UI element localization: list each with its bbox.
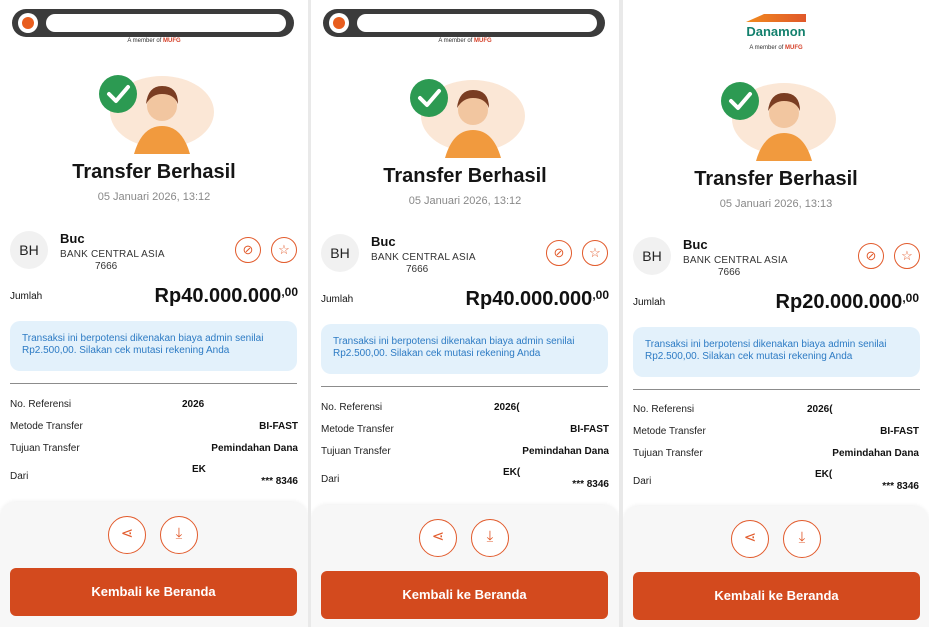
transaction-date: 05 Januari 2026, 13:12 — [97, 191, 211, 203]
amount-label: Jumlah — [10, 291, 43, 302]
share-icon[interactable]: ⋖ — [108, 516, 146, 554]
from-account-number: *** 8346 — [572, 479, 609, 490]
admin-fee-notice: Transaksi ini berpotensi dikenakan biaya… — [10, 321, 297, 371]
detail-value-purpose: Pemindahan Dana — [832, 448, 919, 459]
amount-value: Rp20.000.000,00 — [775, 291, 919, 313]
amount-value: Rp40.000.000,00 — [465, 288, 609, 310]
detail-value-from: EK — [192, 464, 206, 475]
transaction-date: 05 Januari 2026, 13:12 — [408, 195, 522, 207]
amount-label: Jumlah — [321, 294, 354, 305]
recipient-name: Buc — [683, 237, 708, 252]
bottom-action-sheet: ⋖ ⤓ Kembali ke Beranda — [623, 506, 929, 627]
detail-value-from: EK( — [815, 469, 833, 480]
detail-value-method: BI-FAST — [259, 421, 298, 432]
divider — [633, 389, 920, 390]
recipient-account: 7666 — [718, 267, 741, 278]
detail-label-method: Metode Transfer — [10, 421, 83, 432]
avatar: BH — [10, 231, 48, 269]
download-icon[interactable]: ⤓ — [783, 520, 821, 558]
screenshot-collage: A member of MUFG Transfer Berhasil 05 Ja… — [0, 0, 929, 627]
detail-label-from: Dari — [633, 476, 652, 487]
success-illustration — [405, 74, 525, 158]
detail-label-reference: No. Referensi — [633, 404, 695, 415]
member-of-mufg: A member of MUFG — [438, 38, 492, 44]
download-icon[interactable]: ⤓ — [160, 516, 198, 554]
detail-label-purpose: Tujuan Transfer — [633, 448, 703, 459]
detail-label-purpose: Tujuan Transfer — [321, 446, 391, 457]
danamon-logo: Danamon — [623, 14, 929, 39]
detail-value-reference: 2026( — [807, 404, 833, 415]
page-title: Transfer Berhasil — [694, 168, 858, 190]
app-logo-icon — [18, 13, 38, 33]
avatar: BH — [633, 237, 671, 275]
back-to-home-button[interactable]: Kembali ke Beranda — [10, 568, 297, 616]
page-title: Transfer Berhasil — [383, 165, 547, 187]
download-icon[interactable]: ⤓ — [471, 519, 509, 557]
detail-value-reference: 2026( — [494, 402, 520, 413]
member-of-mufg: A member of MUFG — [749, 45, 803, 51]
member-of-mufg: A member of MUFG — [127, 38, 181, 44]
star-icon[interactable]: ☆ — [271, 237, 297, 263]
share-icon[interactable]: ⋖ — [731, 520, 769, 558]
receipt-panel-3: Danamon A member of MUFG Transfer Berhas… — [623, 0, 929, 627]
detail-label-method: Metode Transfer — [633, 426, 706, 437]
detail-label-method: Metode Transfer — [321, 424, 394, 435]
detail-value-method: BI-FAST — [880, 426, 919, 437]
recipient-name: Buc — [60, 231, 85, 246]
recipient-name: Buc — [371, 234, 396, 249]
star-icon[interactable]: ☆ — [894, 243, 920, 269]
url-field[interactable] — [46, 14, 286, 32]
divider — [321, 386, 608, 387]
divider — [10, 383, 297, 384]
bottom-action-sheet: ⋖ ⤓ Kembali ke Beranda — [311, 505, 619, 627]
page-title: Transfer Berhasil — [72, 161, 236, 183]
detail-value-purpose: Pemindahan Dana — [211, 443, 298, 454]
detail-label-from: Dari — [10, 471, 29, 482]
recipient-bank: BANK CENTRAL ASIA — [60, 249, 165, 260]
browser-address-bar[interactable] — [12, 9, 294, 37]
transaction-date: 05 Januari 2026, 13:13 — [719, 198, 833, 210]
share-off-icon[interactable]: ⊘ — [235, 237, 261, 263]
admin-fee-notice: Transaksi ini berpotensi dikenakan biaya… — [321, 324, 608, 374]
receipt-panel-1: A member of MUFG Transfer Berhasil 05 Ja… — [0, 0, 308, 627]
from-account-number: *** 8346 — [882, 481, 919, 492]
detail-value-method: BI-FAST — [570, 424, 609, 435]
detail-value-reference: 2026 — [182, 399, 205, 410]
detail-label-reference: No. Referensi — [10, 399, 72, 410]
recipient-account: 7666 — [406, 264, 429, 275]
detail-label-reference: No. Referensi — [321, 402, 383, 413]
amount-label: Jumlah — [633, 297, 666, 308]
share-off-icon[interactable]: ⊘ — [546, 240, 572, 266]
from-account-number: *** 8346 — [261, 476, 298, 487]
detail-label-purpose: Tujuan Transfer — [10, 443, 80, 454]
detail-value-purpose: Pemindahan Dana — [522, 446, 609, 457]
recipient-bank: BANK CENTRAL ASIA — [683, 255, 788, 266]
detail-label-from: Dari — [321, 474, 340, 485]
browser-address-bar[interactable] — [323, 9, 605, 37]
back-to-home-button[interactable]: Kembali ke Beranda — [321, 571, 608, 619]
bottom-action-sheet: ⋖ ⤓ Kembali ke Beranda — [0, 502, 308, 627]
back-to-home-button[interactable]: Kembali ke Beranda — [633, 572, 920, 620]
success-illustration — [94, 70, 214, 154]
recipient-bank: BANK CENTRAL ASIA — [371, 252, 476, 263]
success-illustration — [716, 77, 836, 161]
amount-value: Rp40.000.000,00 — [154, 285, 298, 307]
star-icon[interactable]: ☆ — [582, 240, 608, 266]
admin-fee-notice: Transaksi ini berpotensi dikenakan biaya… — [633, 327, 920, 377]
recipient-account: 7666 — [95, 261, 118, 272]
receipt-panel-2: A member of MUFG Transfer Berhasil 05 Ja… — [311, 0, 619, 627]
url-field[interactable] — [357, 14, 597, 32]
share-off-icon[interactable]: ⊘ — [858, 243, 884, 269]
avatar: BH — [321, 234, 359, 272]
app-logo-icon — [329, 13, 349, 33]
detail-value-from: EK( — [503, 467, 521, 478]
share-icon[interactable]: ⋖ — [419, 519, 457, 557]
